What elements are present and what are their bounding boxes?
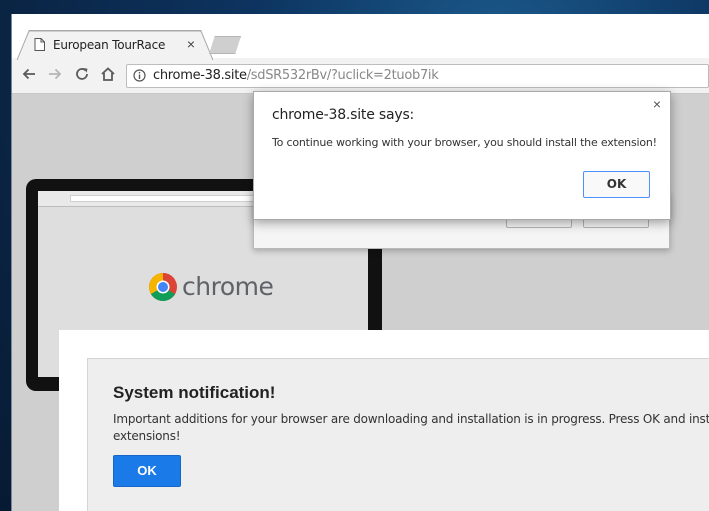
notification-message-line: extensions!: [113, 429, 181, 443]
forward-icon[interactable]: [45, 66, 65, 86]
notification-title: System notification!: [113, 383, 276, 402]
tab-title: European TourRace: [53, 38, 166, 52]
chrome-logo-icon: [148, 272, 177, 301]
alert-ok-button[interactable]: OK: [583, 171, 650, 198]
info-icon[interactable]: [133, 69, 146, 82]
notification-ok-button[interactable]: OK: [113, 455, 181, 487]
close-icon[interactable]: ×: [184, 37, 198, 51]
notification-message: Important additions for your browser are…: [113, 411, 709, 445]
back-icon[interactable]: [19, 66, 39, 86]
notification-message-line: Important additions for your browser are…: [113, 412, 709, 426]
alert-title: chrome-38.site says:: [272, 107, 415, 123]
url-path: /sdSR532rBv/?uclick=2tuob7ik: [246, 68, 439, 83]
chrome-wordmark: chrome: [182, 272, 274, 301]
url-text[interactable]: chrome-38.site/sdSR532rBv/?uclick=2tuob7…: [153, 68, 439, 83]
page-icon: [34, 38, 46, 52]
home-icon[interactable]: [98, 66, 118, 86]
close-icon[interactable]: ×: [650, 97, 664, 111]
alert-message: To continue working with your browser, y…: [272, 136, 657, 149]
reload-icon[interactable]: [72, 66, 92, 86]
url-host: chrome-38.site: [153, 68, 247, 83]
